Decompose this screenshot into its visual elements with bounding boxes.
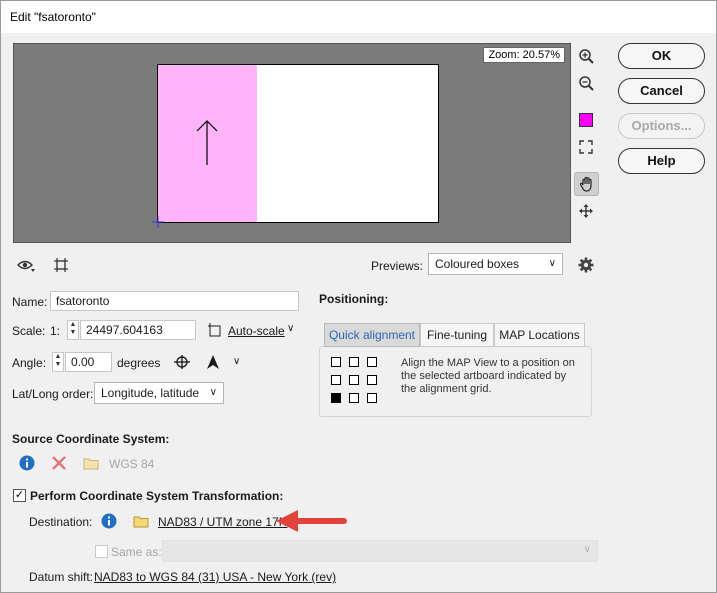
align-bottom-left[interactable] xyxy=(331,393,341,403)
latlong-select[interactable]: Longitude, latitude ∨ xyxy=(94,382,224,404)
cancel-button[interactable]: Cancel xyxy=(618,78,705,104)
angle-input[interactable]: 0.00 xyxy=(65,352,112,372)
latlong-label: Lat/Long order: xyxy=(12,387,94,401)
color-swatch[interactable] xyxy=(575,109,597,131)
zoom-out-icon[interactable] xyxy=(575,72,597,94)
anchor-icon xyxy=(152,216,164,228)
datum-shift-label: Datum shift: xyxy=(29,570,94,584)
name-label: Name: xyxy=(12,295,48,309)
perform-transformation-label: Perform Coordinate System Transformation… xyxy=(30,489,284,503)
source-value: WGS 84 xyxy=(109,457,155,471)
artboard xyxy=(152,64,439,228)
same-as-checkbox[interactable] xyxy=(95,545,108,558)
align-middle-left[interactable] xyxy=(331,375,341,385)
autoscale-button[interactable]: Auto-scale xyxy=(228,324,285,338)
destination-label: Destination: xyxy=(29,515,93,529)
window-title: Edit "fsatoronto" xyxy=(10,10,96,24)
artboard-icon[interactable] xyxy=(50,254,72,276)
options-button[interactable]: Options... xyxy=(618,113,705,139)
gear-icon[interactable] xyxy=(575,254,597,276)
source-heading: Source Coordinate System: xyxy=(12,432,170,446)
positioning-heading: Positioning: xyxy=(319,292,389,306)
fit-to-view-icon[interactable] xyxy=(575,136,597,158)
scale-prefix: 1: xyxy=(50,324,61,338)
rotate-to-north-icon[interactable] xyxy=(171,351,193,373)
chevron-down-icon: ∨ xyxy=(583,544,591,555)
latlong-value: Longitude, latitude xyxy=(101,386,200,400)
align-top-center[interactable] xyxy=(349,357,359,367)
align-bottom-center[interactable] xyxy=(349,393,359,403)
pan-hand-icon[interactable] xyxy=(574,172,599,196)
same-as-select[interactable]: ∨ xyxy=(162,540,598,562)
angle-spinner[interactable]: ▲ ▼ xyxy=(52,352,64,372)
datum-shift-link[interactable]: NAD83 to WGS 84 (31) USA - New York (rev… xyxy=(94,570,336,584)
chevron-down-icon: ∨ xyxy=(548,258,556,269)
clear-icon[interactable] xyxy=(48,452,70,474)
align-top-left[interactable] xyxy=(331,357,341,367)
autoscale-icon xyxy=(206,320,224,340)
info-icon[interactable] xyxy=(16,452,38,474)
chevron-down-icon: ∨ xyxy=(209,387,217,398)
angle-unit: degrees xyxy=(117,356,161,370)
tab-map-locations[interactable]: MAP Locations xyxy=(494,323,585,347)
angle-label: Angle: xyxy=(12,356,47,370)
tab-quick-alignment[interactable]: Quick alignment xyxy=(324,323,420,347)
info-icon[interactable] xyxy=(98,510,120,532)
map-view-box[interactable] xyxy=(158,65,257,222)
eye-icon[interactable] xyxy=(15,255,37,277)
previews-select[interactable]: Coloured boxes ∨ xyxy=(428,253,563,275)
help-button[interactable]: Help xyxy=(618,148,705,174)
move-icon[interactable] xyxy=(575,200,597,222)
zoom-readout: Zoom: 20.57% xyxy=(483,47,565,63)
align-center[interactable] xyxy=(349,375,359,385)
scale-label: Scale: xyxy=(12,324,46,338)
autoscale-chevron-icon[interactable]: ∨ xyxy=(287,323,294,334)
perform-transformation-checkbox[interactable]: ✓ xyxy=(13,489,26,502)
align-top-right[interactable] xyxy=(367,357,377,367)
same-as-label: Same as: xyxy=(111,545,162,559)
red-arrow-annotation xyxy=(276,510,347,532)
previews-value: Coloured boxes xyxy=(435,257,520,271)
align-middle-right[interactable] xyxy=(367,375,377,385)
map-preview[interactable]: Zoom: 20.57% xyxy=(13,43,571,243)
title-bar: Edit "fsatoronto" xyxy=(1,1,716,33)
north-arrow-icon xyxy=(196,120,218,165)
tab-fine-tuning[interactable]: Fine-tuning xyxy=(420,323,494,347)
north-arrow-icon[interactable] xyxy=(202,351,224,373)
folder-icon[interactable] xyxy=(80,452,102,474)
folder-icon[interactable] xyxy=(130,510,152,532)
edit-dialog: Edit "fsatoronto" Zoom: 20.57% OK Cancel… xyxy=(0,0,717,593)
scale-spinner[interactable]: ▲ ▼ xyxy=(67,320,79,340)
angle-chevron-icon[interactable]: ∨ xyxy=(233,356,240,367)
scale-input[interactable]: 24497.604163 xyxy=(80,320,196,340)
name-input[interactable]: fsatoronto xyxy=(50,291,299,311)
zoom-in-icon[interactable] xyxy=(575,45,597,67)
destination-link[interactable]: NAD83 / UTM zone 17N xyxy=(158,515,287,529)
align-bottom-right[interactable] xyxy=(367,393,377,403)
alignment-description: Align the MAP View to a position on the … xyxy=(401,357,575,395)
previews-label: Previews: xyxy=(371,259,424,273)
ok-button[interactable]: OK xyxy=(618,43,705,69)
